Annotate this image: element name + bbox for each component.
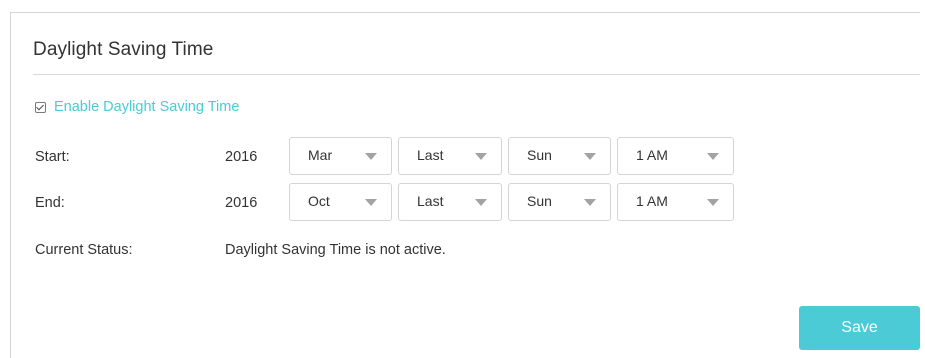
save-button[interactable]: Save <box>799 306 920 350</box>
end-week-value: Last <box>417 193 444 209</box>
dropdown-arrow-icon <box>475 199 487 206</box>
dropdown-arrow-icon <box>707 153 719 160</box>
start-month-value: Mar <box>308 147 333 163</box>
start-day-value: Sun <box>527 147 552 163</box>
start-month-select[interactable]: Mar <box>289 137 392 175</box>
end-day-select[interactable]: Sun <box>508 183 611 221</box>
end-day-value: Sun <box>527 193 552 209</box>
start-day-select[interactable]: Sun <box>508 137 611 175</box>
start-year: 2016 <box>225 149 258 165</box>
end-month-value: Oct <box>308 193 330 209</box>
current-status-label: Current Status: <box>35 242 133 258</box>
dropdown-arrow-icon <box>584 153 596 160</box>
end-week-select[interactable]: Last <box>398 183 502 221</box>
dropdown-arrow-icon <box>707 199 719 206</box>
end-label: End: <box>35 195 65 211</box>
start-week-select[interactable]: Last <box>398 137 502 175</box>
start-week-value: Last <box>417 147 444 163</box>
end-month-select[interactable]: Oct <box>289 183 392 221</box>
start-time-select[interactable]: 1 AM <box>617 137 734 175</box>
end-year: 2016 <box>225 195 258 211</box>
enable-dst-label[interactable]: Enable Daylight Saving Time <box>54 99 239 115</box>
dropdown-arrow-icon <box>584 199 596 206</box>
start-time-value: 1 AM <box>636 147 668 163</box>
current-status-value: Daylight Saving Time is not active. <box>225 242 446 258</box>
title-divider <box>33 74 920 75</box>
end-time-value: 1 AM <box>636 193 668 209</box>
dropdown-arrow-icon <box>475 153 487 160</box>
dropdown-arrow-icon <box>365 153 377 160</box>
end-time-select[interactable]: 1 AM <box>617 183 734 221</box>
dropdown-arrow-icon <box>365 199 377 206</box>
dst-panel: Daylight Saving Time Enable Daylight Sav… <box>10 12 920 358</box>
checkbox-checked-icon[interactable] <box>35 101 46 113</box>
section-title: Daylight Saving Time <box>33 39 214 60</box>
start-label: Start: <box>35 149 70 165</box>
enable-dst-checkbox-row[interactable]: Enable Daylight Saving Time <box>35 99 239 115</box>
